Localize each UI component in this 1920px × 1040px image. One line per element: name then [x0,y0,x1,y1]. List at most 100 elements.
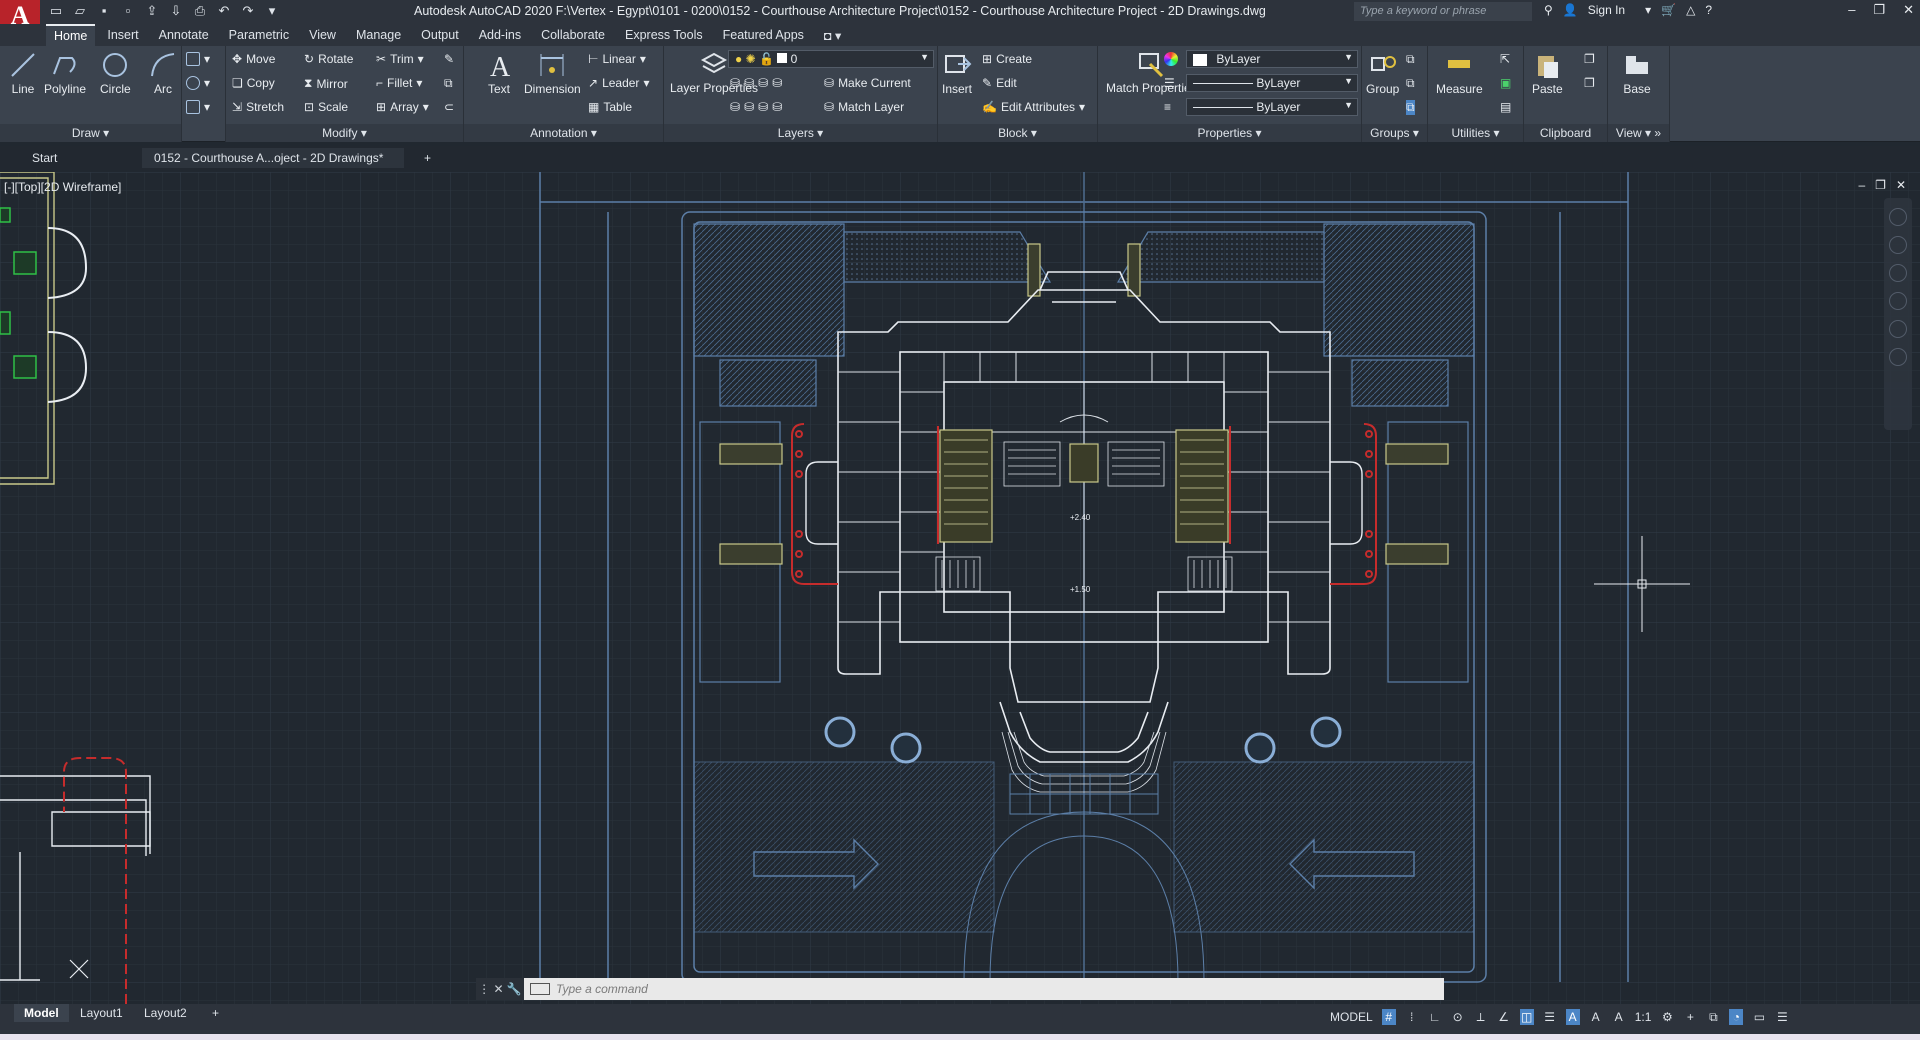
layer-unisolate-icon[interactable]: ⛁ [744,100,754,114]
copy-button[interactable]: ❏ Copy [232,76,275,90]
annotation-visibility-icon[interactable]: A [1565,1009,1580,1025]
drawing-canvas[interactable]: [-][Top][2D Wireframe] – ❐ ✕ +2.40 +1.50 [0,172,1920,1004]
search-input[interactable]: Type a keyword or phrase [1354,2,1532,21]
annotation-scale-value[interactable]: 1:1 [1635,1009,1652,1025]
group-button[interactable]: Group [1366,50,1399,96]
minimize-icon[interactable]: – [1848,2,1855,18]
tab-model[interactable]: Model [14,1004,69,1022]
rectangle-button[interactable]: ▾ [186,52,210,66]
open-from-web-icon[interactable]: ⇪ [144,3,160,19]
tab-layout2[interactable]: Layout2 [134,1004,197,1022]
array-button[interactable]: ⊞ Array ▾ [376,100,429,114]
viewcube-icon[interactable] [1889,208,1907,226]
annotation-panel-title[interactable]: Annotation ▾ [464,124,663,142]
isodraft-icon[interactable]: ⟂ [1474,1009,1488,1025]
cut-icon[interactable]: ❐ [1584,76,1595,90]
tab-add-ins[interactable]: Add-ins [471,25,529,45]
tab-output[interactable]: Output [413,25,467,45]
layer-off-icon[interactable]: ⛁ [730,76,740,90]
make-current-button[interactable]: ⛁ Make Current [824,76,911,90]
quick-select-icon[interactable]: ⇱ [1500,52,1510,66]
layer-on-icon[interactable]: ⛁ [730,100,740,114]
user-icon[interactable]: 👤 [1563,3,1578,17]
dimension-button[interactable]: Dimension [524,50,581,96]
layer-lock-icon[interactable]: ⛁ [772,76,782,90]
tab-featured-apps[interactable]: Featured Apps [715,25,812,45]
sign-in-link[interactable]: Sign In [1588,3,1625,17]
customization-menu-icon[interactable]: ☰ [1775,1009,1789,1025]
calculator-icon[interactable]: ▤ [1500,100,1511,114]
linetype-dropdown[interactable]: ByLayer ▼ [1186,74,1358,92]
table-button[interactable]: ▦ Table [588,100,632,114]
copy-clip-icon[interactable]: ❐ [1584,52,1595,66]
drawing-tab[interactable]: 0152 - Courthouse A...oject - 2D Drawing… [142,148,404,185]
restore-icon[interactable]: ❐ [1873,2,1885,18]
vp-restore-icon[interactable]: ❐ [1875,178,1886,192]
measure-button[interactable]: Measure [1436,50,1483,96]
select-all-icon[interactable]: ▣ [1500,76,1511,90]
view-panel-title[interactable]: View ▾ » [1608,124,1669,142]
group-selection-icon[interactable]: ⧉ [1406,100,1415,115]
tab-manage[interactable]: Manage [348,25,409,45]
lineweight-toggle-icon[interactable]: ☰ [1543,1009,1557,1025]
edit-block-button[interactable]: ✎ Edit [982,76,1017,90]
utilities-panel-title[interactable]: Utilities ▾ [1428,124,1523,142]
command-input[interactable]: Type a command [524,978,1444,1000]
tab-home[interactable]: Home [46,24,96,46]
modify-panel-title[interactable]: Modify ▾ [226,124,463,142]
add-layout-icon[interactable]: + [202,1004,229,1022]
close-icon[interactable]: ✕ [1903,2,1914,18]
scale-button[interactable]: ⊡ Scale [304,100,348,114]
match-layer-button[interactable]: ⛁ Match Layer [824,100,904,114]
hatch-button[interactable]: ▾ [186,76,210,90]
layer-thaw-icon[interactable]: ⛁ [758,100,768,114]
binoculars-icon[interactable]: ⚲ [1544,3,1553,17]
color-dropdown[interactable]: ByLayer ▼ [1186,50,1358,68]
steering-wheel-icon[interactable] [1889,236,1907,254]
layer-freeze-icon[interactable]: ⛁ [758,76,768,90]
line-button[interactable]: Line [8,50,38,96]
vp-close-icon[interactable]: ✕ [1896,178,1906,192]
clean-screen-icon[interactable]: ▭ [1752,1009,1766,1025]
edit-attributes-button[interactable]: ✍ Edit Attributes ▾ [982,100,1085,114]
viewport-controls[interactable]: [-][Top][2D Wireframe] [4,180,121,194]
layers-panel-title[interactable]: Layers ▾ [664,124,937,142]
mirror-button[interactable]: ⧗ Mirror [304,76,348,91]
vp-minimize-icon[interactable]: – [1858,178,1865,192]
customize-qat-icon[interactable]: ▾ [264,3,280,19]
undo-icon[interactable]: ↶ [216,3,232,19]
autodesk-a360-icon[interactable]: △ [1686,3,1695,17]
linear-button[interactable]: ⊢ Linear ▾ [588,52,646,66]
orbit-icon[interactable] [1889,320,1907,338]
lineweight-dropdown[interactable]: ByLayer ▼ [1186,98,1358,116]
arc-button[interactable]: Arc [148,50,178,96]
tab-insert[interactable]: Insert [99,25,146,45]
offset-button[interactable]: ⊂ [444,100,454,114]
ribbon-options-icon[interactable]: ◘ ▾ [816,25,849,46]
model-space-button[interactable]: MODEL [1330,1009,1373,1025]
tab-view[interactable]: View [301,25,344,45]
draw-panel-title[interactable]: Draw ▾ [0,124,181,142]
tab-express-tools[interactable]: Express Tools [617,25,711,45]
tab-parametric[interactable]: Parametric [221,25,297,45]
plus-icon[interactable]: + [1683,1009,1697,1025]
clipboard-panel-title[interactable]: Clipboard [1524,124,1607,142]
circle-button[interactable]: Circle [100,50,131,96]
workspace-gear-icon[interactable]: ⚙ [1660,1009,1674,1025]
polar-icon[interactable]: ⊙ [1451,1009,1465,1025]
command-line-handle[interactable]: ⋮ ✕ 🔧 [476,978,524,1000]
erase-button[interactable]: ✎ [444,52,454,66]
save-icon[interactable]: ▪ [96,3,112,19]
new-icon[interactable]: ▭ [48,3,64,19]
ungroup-icon[interactable]: ⧉ [1406,52,1415,67]
properties-panel-title[interactable]: Properties ▾ [1098,124,1361,142]
create-block-button[interactable]: ⊞ Create [982,52,1032,66]
plot-icon[interactable]: ⎙ [192,3,208,19]
redo-icon[interactable]: ↷ [240,3,256,19]
layer-unlock-icon[interactable]: ⛁ [772,100,782,114]
save-to-web-icon[interactable]: ⇩ [168,3,184,19]
chevron-down-icon[interactable]: ▾ [1645,3,1651,17]
layer-isolate-icon[interactable]: ⛁ [744,76,754,90]
tab-layout1[interactable]: Layout1 [70,1004,133,1022]
explode-button[interactable]: ⧉ [444,76,453,91]
